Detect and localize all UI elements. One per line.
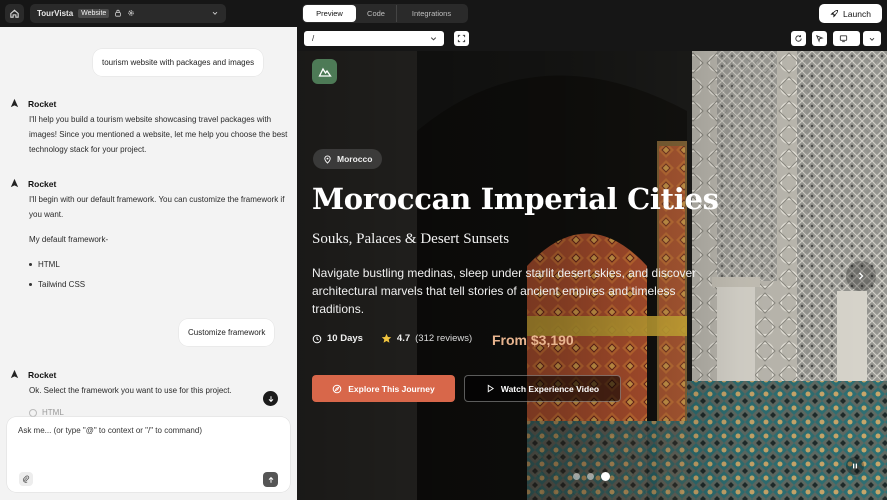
arrow-up-icon bbox=[268, 476, 273, 483]
assistant-message: Rocket I'll help you build a tourism web… bbox=[9, 98, 292, 167]
map-pin-icon bbox=[324, 155, 331, 164]
message-sender: Rocket bbox=[28, 98, 57, 109]
preview-toolbar: / bbox=[297, 27, 887, 51]
chevron-down-icon bbox=[430, 37, 437, 41]
chat-composer[interactable]: Ask me... (or type "@" to context or "/"… bbox=[7, 417, 290, 492]
tour-rating: 4.7 bbox=[396, 333, 411, 344]
message-text: My default framework- bbox=[29, 235, 109, 244]
home-button[interactable] bbox=[5, 4, 24, 23]
list-item: HTML bbox=[29, 257, 292, 272]
rocket-icon bbox=[830, 9, 839, 18]
project-selector[interactable]: TourVista Website bbox=[30, 4, 226, 23]
explore-journey-button[interactable]: Explore This Journey bbox=[312, 375, 455, 402]
assistant-message: Rocket I'll begin with our default frame… bbox=[9, 178, 292, 297]
hero-subtitle: Souks, Palaces & Desert Sunsets bbox=[312, 231, 510, 247]
rocket-avatar-icon bbox=[10, 369, 19, 379]
hero-title: Moroccan Imperial Cities bbox=[312, 182, 719, 216]
rocket-avatar-icon bbox=[10, 98, 19, 108]
device-options-button[interactable] bbox=[863, 31, 881, 46]
next-slide-button[interactable] bbox=[846, 261, 876, 291]
expand-icon bbox=[457, 34, 466, 43]
chevron-right-icon bbox=[859, 272, 864, 280]
lock-icon[interactable] bbox=[114, 9, 122, 19]
message-text: I'll begin with our default framework. Y… bbox=[29, 195, 285, 219]
send-button[interactable] bbox=[263, 472, 278, 487]
tour-reviews: (312 reviews) bbox=[415, 333, 473, 344]
hero-description: Navigate bustling medinas, sleep under s… bbox=[312, 266, 697, 316]
mountain-logo-icon bbox=[317, 67, 332, 77]
list-item: Tailwind CSS bbox=[29, 277, 292, 292]
message-text: Ok. Select the framework you want to use… bbox=[29, 386, 232, 395]
message-sender: Rocket bbox=[28, 369, 57, 380]
tab-code[interactable]: Code bbox=[356, 5, 396, 22]
arrow-down-icon bbox=[268, 395, 273, 402]
watch-video-button[interactable]: Watch Experience Video bbox=[464, 375, 621, 402]
user-message: tourism website with packages and images bbox=[93, 49, 264, 76]
clock-icon bbox=[312, 334, 322, 343]
chat-panel: tourism website with packages and images… bbox=[0, 27, 297, 500]
chevron-down-icon bbox=[869, 37, 875, 41]
route-path: / bbox=[312, 34, 315, 43]
fullscreen-button[interactable] bbox=[454, 31, 469, 46]
pause-icon bbox=[853, 463, 857, 469]
explore-journey-label: Explore This Journey bbox=[348, 383, 435, 394]
gear-icon[interactable] bbox=[127, 9, 135, 19]
hero-section: Morocco Moroccan Imperial Cities Souks, … bbox=[297, 51, 887, 500]
route-selector[interactable]: / bbox=[304, 31, 444, 46]
slide-dot-active[interactable] bbox=[601, 472, 610, 481]
assistant-message: Rocket Ok. Select the framework you want… bbox=[9, 369, 292, 408]
rocket-avatar-icon bbox=[10, 178, 19, 188]
launch-button[interactable]: Launch bbox=[819, 4, 882, 23]
slide-dot[interactable] bbox=[587, 473, 594, 480]
refresh-icon bbox=[795, 35, 802, 42]
cursor-icon bbox=[815, 34, 824, 43]
paperclip-icon bbox=[23, 475, 30, 483]
message-sender: Rocket bbox=[28, 178, 57, 189]
chevron-down-icon[interactable] bbox=[211, 9, 219, 19]
refresh-button[interactable] bbox=[791, 31, 806, 46]
top-bar: TourVista Website Preview Code Integrati… bbox=[0, 0, 887, 27]
framework-option-html[interactable]: HTML bbox=[29, 408, 64, 417]
user-message: Customize framework bbox=[179, 319, 275, 346]
tab-integrations[interactable]: Integrations bbox=[396, 5, 466, 22]
play-icon bbox=[487, 384, 494, 393]
home-icon bbox=[10, 9, 19, 18]
composer-input[interactable]: Ask me... (or type "@" to context or "/"… bbox=[18, 426, 202, 435]
tab-preview[interactable]: Preview bbox=[303, 5, 356, 22]
slide-indicators bbox=[573, 472, 610, 481]
location-badge: Morocco bbox=[313, 149, 383, 169]
pause-slideshow-button[interactable] bbox=[846, 457, 864, 475]
watch-video-label: Watch Experience Video bbox=[500, 383, 600, 394]
compass-icon bbox=[332, 384, 342, 393]
location-label: Morocco bbox=[337, 154, 373, 164]
tour-duration: 10 Days bbox=[327, 333, 363, 344]
view-tabs: Preview Code Integrations bbox=[302, 4, 468, 23]
attach-button[interactable] bbox=[19, 472, 33, 486]
message-text: I'll help you build a tourism website sh… bbox=[29, 115, 288, 154]
device-selector[interactable] bbox=[833, 31, 860, 46]
site-logo[interactable] bbox=[312, 59, 337, 84]
radio-icon bbox=[29, 408, 37, 417]
star-icon bbox=[381, 333, 392, 343]
tour-price: From $3,190 bbox=[492, 332, 574, 348]
slide-dot[interactable] bbox=[573, 473, 580, 480]
monitor-icon bbox=[839, 35, 848, 43]
select-element-button[interactable] bbox=[812, 31, 827, 46]
launch-label: Launch bbox=[843, 8, 871, 19]
project-name: TourVista bbox=[37, 9, 74, 18]
option-label: HTML bbox=[42, 408, 64, 417]
scroll-down-button[interactable] bbox=[263, 391, 278, 406]
project-type-badge: Website bbox=[78, 9, 110, 18]
tour-stats: 10 Days 4.7 (312 reviews) bbox=[312, 333, 472, 344]
